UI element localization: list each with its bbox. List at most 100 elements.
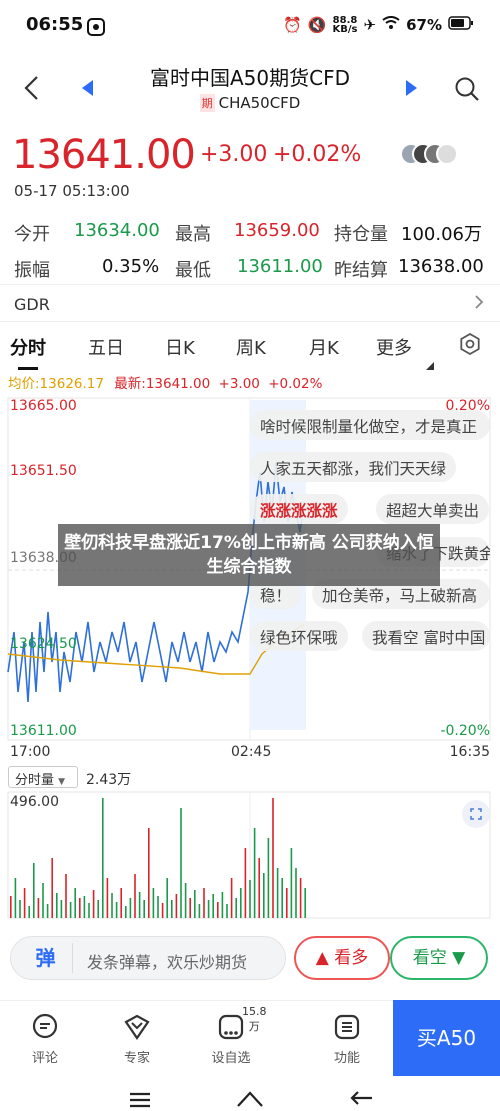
danmu-badge: 弹	[19, 943, 73, 973]
volume-bar	[65, 874, 67, 918]
nav-functions[interactable]: 功能	[312, 1011, 382, 1066]
volume-bar	[166, 878, 168, 918]
recent-apps-icon[interactable]	[128, 1092, 152, 1111]
y-axis-2: 13651.50	[10, 463, 77, 479]
volume-max: 496.00	[10, 794, 59, 810]
stat-low: 13611.00	[237, 256, 323, 277]
status-right: ⏰ 🔇 88.8 KB/s ✈ 67%	[283, 16, 474, 35]
bull-button[interactable]: ▲ 看多	[294, 936, 390, 980]
avatar	[436, 143, 458, 165]
danmu-item[interactable]: 绿色环保哦	[250, 621, 348, 651]
nav-expert[interactable]: 专家	[102, 1011, 172, 1066]
comment-icon	[32, 1013, 58, 1039]
danmu-item[interactable]: 啥时候限制量化做空，才是真正	[250, 410, 490, 440]
volume-bar	[14, 878, 17, 918]
futures-tag: 期	[199, 94, 215, 112]
volume-bar	[161, 903, 164, 918]
system-nav	[0, 1076, 500, 1111]
volume-bar	[51, 858, 53, 918]
volume-bar	[276, 868, 279, 918]
tab-intraday[interactable]: 分时	[10, 334, 46, 370]
volume-bar	[221, 892, 224, 918]
stat-oi: 100.06万	[401, 224, 482, 245]
volume-bar	[83, 896, 86, 918]
volume-bar	[304, 888, 306, 918]
stats-grid: 今开 13634.00 最高 13659.00 持仓量 100.06万 振幅 0…	[0, 220, 500, 284]
danmu-item[interactable]: 涨涨涨涨涨	[250, 494, 348, 524]
volume-bar	[138, 892, 141, 918]
volume-bar	[97, 900, 99, 918]
volume-chart[interactable]: 496.00	[0, 790, 500, 920]
settings-icon[interactable]	[458, 332, 482, 361]
volume-bar	[295, 868, 297, 918]
volume-bar	[286, 888, 288, 918]
next-icon[interactable]	[405, 80, 417, 100]
tab-weekly-k[interactable]: 周K	[236, 334, 266, 360]
fullscreen-button[interactable]	[462, 800, 490, 828]
tab-five-day[interactable]: 五日	[88, 334, 124, 360]
volume-bar	[19, 900, 21, 918]
volume-bar	[299, 878, 302, 918]
y-axis-bottom: 13611.00	[10, 723, 77, 739]
page-title: 富时中国A50期货CFD	[150, 66, 350, 90]
volume-bar	[194, 890, 196, 918]
volume-bar	[134, 874, 136, 918]
volume-bar	[244, 848, 247, 918]
tab-daily-k[interactable]: 日K	[165, 334, 195, 360]
stat-open: 13634.00	[74, 220, 160, 241]
stat-low-label: 最低	[175, 260, 211, 281]
volume-bar	[152, 888, 155, 918]
volume-bar	[42, 883, 44, 918]
y-axis-top: 13665.00	[10, 398, 77, 414]
user-avatars[interactable]	[400, 142, 460, 166]
danmu-placeholder: 发条弹幕，欢乐炒期货	[87, 953, 248, 972]
volume-bar	[263, 873, 265, 918]
buy-button[interactable]: 买A50	[393, 1000, 500, 1076]
volume-bar	[129, 898, 132, 918]
home-icon[interactable]	[236, 1090, 264, 1111]
volume-bar	[125, 906, 127, 918]
tab-monthly-k[interactable]: 月K	[309, 334, 339, 360]
status-bar: 06:55 ⏰ 🔇 88.8 KB/s ✈ 67%	[0, 0, 500, 52]
nav-add-watchlist[interactable]: 设自选 15.8万	[196, 1005, 266, 1066]
quote-time: 05-17 05:13:00	[14, 182, 130, 200]
volume-chart-svg	[7, 791, 491, 919]
volume-selector[interactable]: 分时量 ▼	[8, 766, 78, 788]
volume-bar	[184, 883, 187, 918]
volume-bar	[226, 904, 228, 918]
gdr-row[interactable]: GDR	[0, 284, 500, 322]
volume-bar	[23, 888, 26, 918]
volume-bar	[56, 893, 58, 918]
price-change-pct: +0.02%	[273, 142, 362, 167]
stat-prev-label: 昨结算	[334, 260, 388, 281]
stat-high: 13659.00	[234, 220, 320, 241]
news-banner[interactable]: 壁仞科技早盘涨近17%创上市新高 公司获纳入恒生综合指数	[58, 524, 440, 586]
volume-bar	[258, 858, 260, 918]
volume-bar	[175, 894, 178, 918]
volume-bar	[189, 898, 191, 918]
danmu-input[interactable]: 弹 发条弹幕，欢乐炒期货	[10, 936, 286, 980]
back-nav-icon[interactable]	[350, 1090, 374, 1111]
functions-icon	[334, 1014, 360, 1040]
bear-button[interactable]: 看空 ▼	[390, 936, 488, 980]
search-icon[interactable]	[454, 76, 480, 106]
volume-bar	[249, 880, 251, 918]
latest-change-pct: +0.02%	[268, 376, 323, 392]
tab-more[interactable]: 更多	[376, 334, 412, 360]
time-axis-start: 17:00	[10, 744, 51, 760]
volume-bar	[143, 900, 145, 918]
mute-icon: 🔇	[307, 16, 327, 34]
danmu-item[interactable]: 人家五天都涨，我们天天绿	[250, 452, 457, 482]
volume-bar	[148, 828, 150, 918]
volume-bar	[212, 894, 214, 918]
volume-bar	[180, 808, 182, 918]
time-axis-mid: 02:45	[231, 744, 272, 760]
danmu-item[interactable]: 超超大单卖出	[376, 494, 490, 524]
danmu-item[interactable]: 我看空 富时中国	[362, 621, 490, 651]
stat-open-label: 今开	[14, 224, 50, 245]
stat-prev: 13638.00	[398, 256, 484, 277]
nav-comment[interactable]: 评论	[10, 1011, 80, 1066]
volume-bar	[37, 898, 40, 918]
volume-bar	[88, 903, 90, 918]
volume-bar	[79, 898, 81, 918]
